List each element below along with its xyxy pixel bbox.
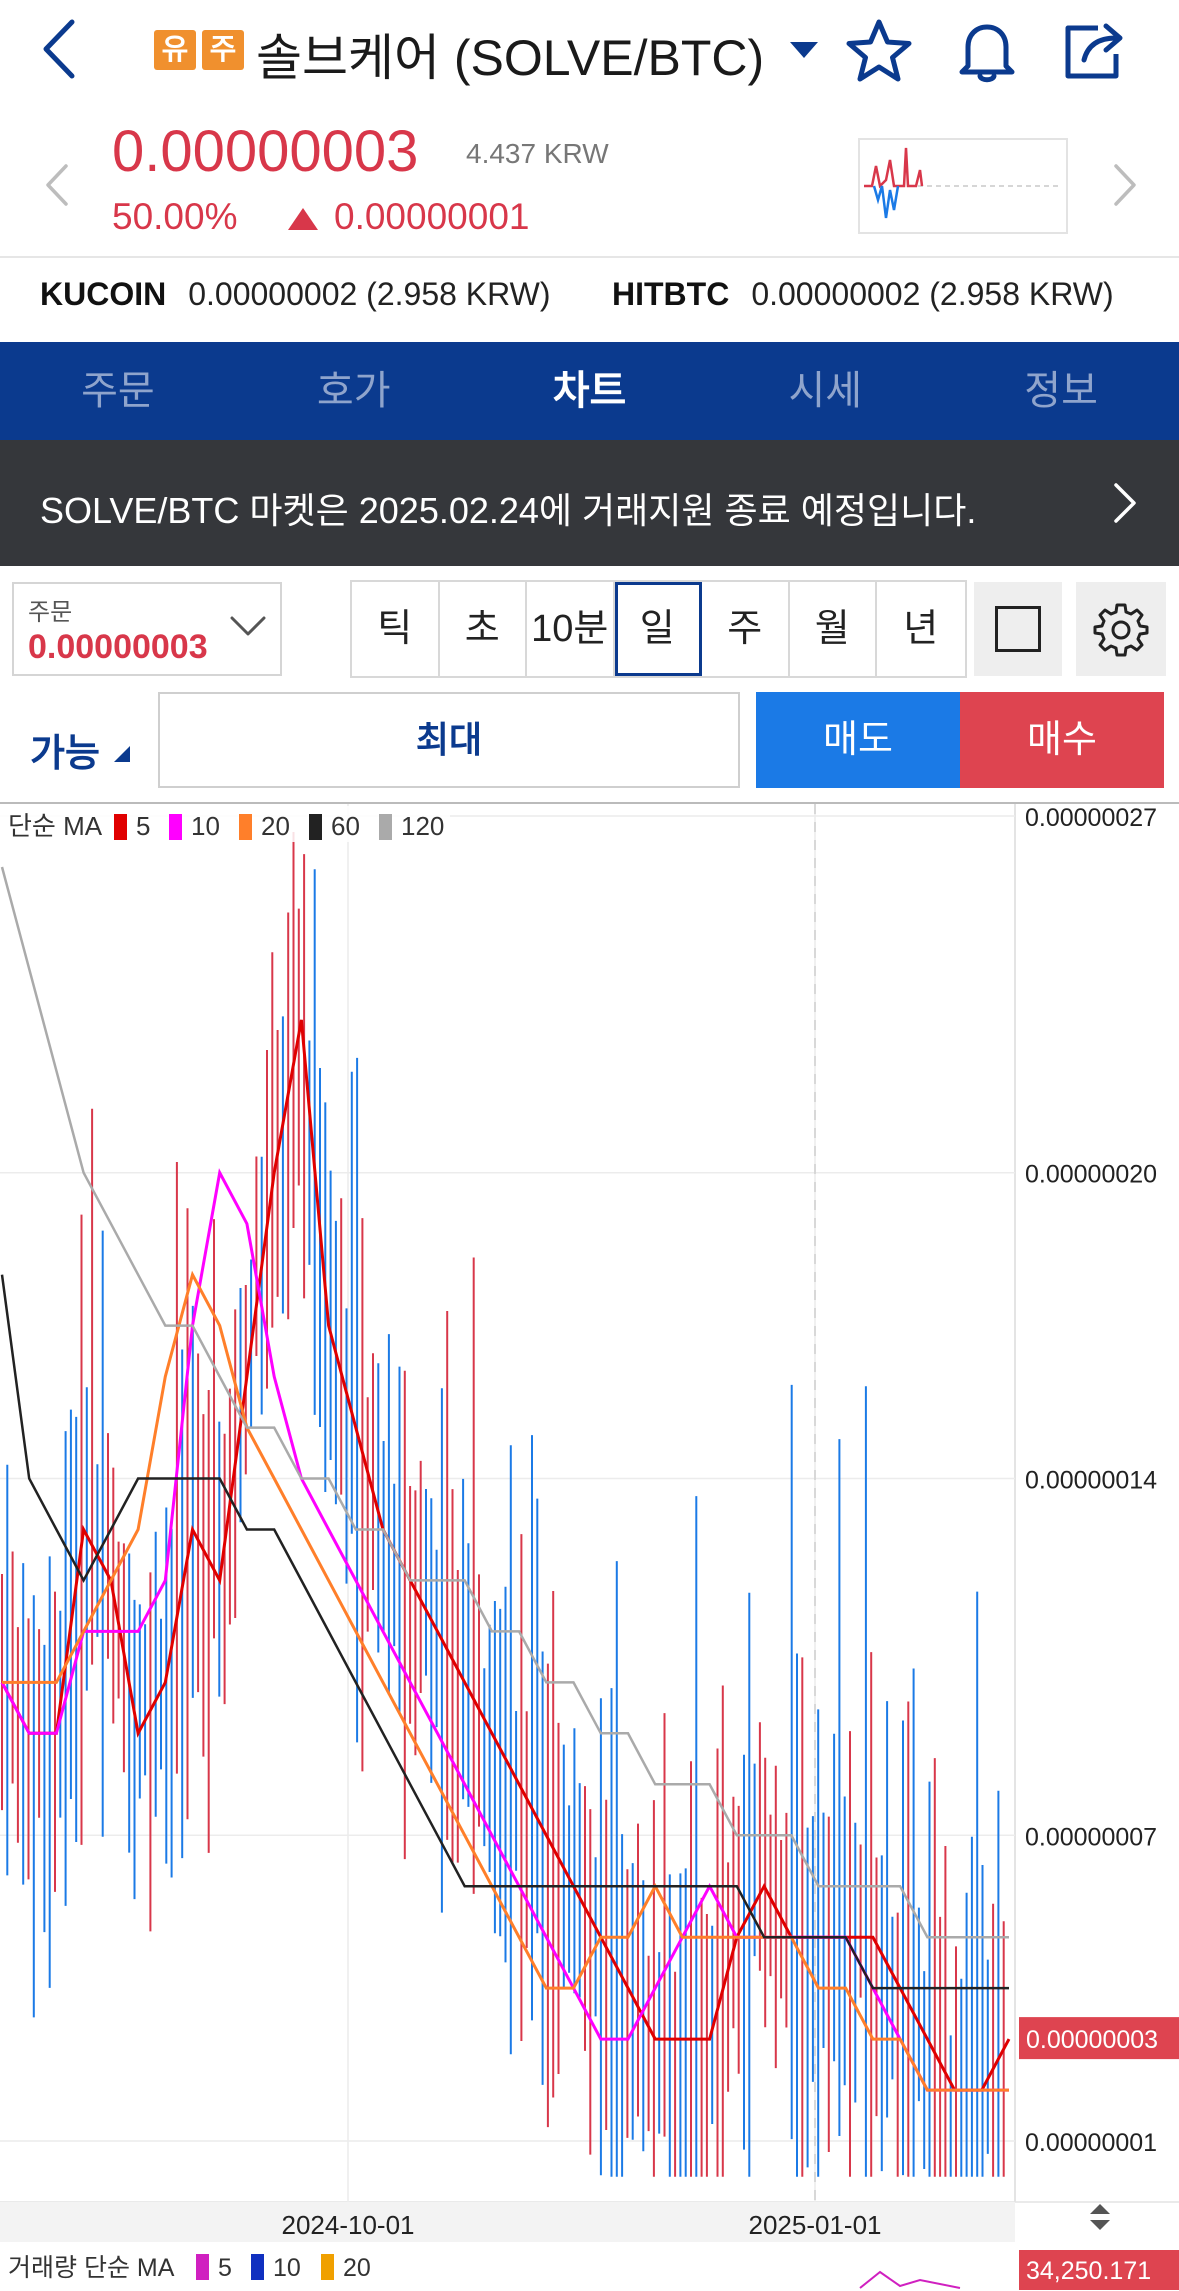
legend-title: 단순 MA — [8, 811, 103, 841]
exchange-price: 0.00000002 (2.958 KRW) — [188, 276, 551, 312]
sell-button[interactable]: 매도 — [756, 692, 960, 788]
volume-legend-title: 거래량 단순 MA — [8, 2254, 175, 2282]
volume-legend-swatch — [196, 2254, 209, 2280]
tab-order[interactable]: 주문 — [0, 342, 236, 440]
y-tick-label: 0.00000020 — [1025, 1161, 1157, 1189]
exchange-kucoin: KUCOIN 0.00000002 (2.958 KRW) — [40, 276, 551, 313]
candlestick-chart[interactable]: 0.00000027 0.00000020 0.00000014 0.00000007… — [0, 802, 1179, 2291]
legend-swatch — [169, 814, 182, 840]
current-price-label: 0.00000003 — [1026, 2026, 1158, 2054]
exchange-hitbtc: HITBTC 0.00000002 (2.958 KRW) — [612, 276, 1114, 313]
change-percent: 50.00% — [112, 196, 238, 237]
change-amount: 0.00000001 — [334, 196, 530, 237]
square-icon — [995, 606, 1041, 652]
fullscreen-button[interactable] — [974, 582, 1062, 676]
tab-info[interactable]: 정보 — [943, 342, 1179, 440]
exchange-name: KUCOIN — [40, 276, 167, 312]
available-toggle[interactable]: 가능 — [30, 722, 100, 777]
legend-swatch — [309, 814, 322, 840]
period-week[interactable]: 주 — [702, 582, 790, 676]
legend-label: 60 — [331, 811, 360, 841]
market-title[interactable]: 솔브케어 (SOLVE/BTC) — [256, 18, 764, 90]
tab-orderbook[interactable]: 호가 — [236, 342, 472, 440]
volume-legend-swatch — [321, 2254, 334, 2280]
caution-badge: 주 — [202, 30, 244, 70]
order-price-value: 0.00000003 — [28, 628, 208, 666]
mini-chart[interactable] — [858, 138, 1068, 234]
price-chart[interactable]: 0.00000027 0.00000020 0.00000014 0.00000007… — [0, 802, 1179, 2291]
y-tick-label: 0.00000027 — [1025, 804, 1157, 832]
y-tick-label: 0.00000014 — [1025, 1467, 1157, 1495]
order-price-selector[interactable]: 주문 0.00000003 — [12, 582, 282, 676]
period-month[interactable]: 월 — [790, 582, 877, 676]
period-day[interactable]: 일 — [614, 582, 702, 676]
section-tabs: 주문 호가 차트 시세 정보 — [0, 342, 1179, 440]
y-tick-label: 0.00000001 — [1025, 2129, 1157, 2157]
share-icon[interactable] — [1058, 14, 1132, 88]
legend-label: 120 — [401, 811, 444, 841]
period-second[interactable]: 초 — [440, 582, 527, 676]
triangle-icon — [114, 746, 130, 762]
app-header: 유 주 솔브케어 (SOLVE/BTC) — [0, 0, 1179, 100]
period-tick[interactable]: 틱 — [352, 582, 440, 676]
divider — [0, 256, 1179, 258]
x-tick-label: 2024-10-01 — [282, 2210, 415, 2240]
legend-label: 10 — [191, 811, 220, 841]
volume-legend-label: 20 — [343, 2254, 371, 2282]
max-quantity-button[interactable]: 최대 — [158, 692, 740, 788]
period-year[interactable]: 년 — [877, 582, 965, 676]
caret-down-icon[interactable] — [790, 42, 818, 58]
next-market-icon[interactable] — [1110, 160, 1140, 210]
legend-label: 5 — [136, 811, 150, 841]
legend-swatch — [239, 814, 252, 840]
legend-swatch — [114, 814, 127, 840]
bell-icon[interactable] — [950, 14, 1024, 88]
x-tick-label: 2025-01-01 — [749, 2210, 882, 2240]
warning-badge: 유 — [154, 30, 196, 70]
chevron-down-icon — [230, 616, 266, 636]
legend-label: 20 — [261, 811, 290, 841]
current-price: 0.00000003 — [112, 119, 419, 184]
tab-price[interactable]: 시세 — [707, 342, 943, 440]
exchange-price: 0.00000002 (2.958 KRW) — [751, 276, 1114, 312]
volume-legend-label: 10 — [273, 2254, 301, 2282]
y-tick-label: 0.00000007 — [1025, 1823, 1157, 1851]
delisting-notice[interactable]: SOLVE/BTC 마켓은 2025.02.24에 거래지원 종료 예정입니다. — [0, 440, 1179, 566]
up-triangle-icon — [288, 208, 318, 230]
volume-legend-label: 5 — [218, 2254, 232, 2282]
order-label: 주문 — [28, 599, 73, 626]
period-selector: 틱 초 10분 일 주 월 년 — [350, 580, 967, 678]
buy-button[interactable]: 매수 — [960, 692, 1164, 788]
period-10min[interactable]: 10분 — [527, 582, 615, 676]
star-icon[interactable] — [842, 14, 916, 88]
price-krw: 4.437 KRW — [466, 138, 609, 169]
gear-icon — [1093, 603, 1149, 657]
tab-chart[interactable]: 차트 — [472, 342, 708, 440]
back-icon[interactable] — [36, 14, 86, 84]
settings-button[interactable] — [1076, 582, 1166, 676]
volume-value-label: 34,250.171 — [1026, 2257, 1151, 2285]
previous-market-icon[interactable] — [42, 160, 72, 210]
volume-legend-swatch — [251, 2254, 264, 2280]
exchange-name: HITBTC — [612, 276, 730, 312]
notice-text: SOLVE/BTC 마켓은 2025.02.24에 거래지원 종료 예정입니다. — [40, 490, 977, 531]
legend-swatch — [379, 814, 392, 840]
chevron-right-icon — [1114, 483, 1136, 523]
